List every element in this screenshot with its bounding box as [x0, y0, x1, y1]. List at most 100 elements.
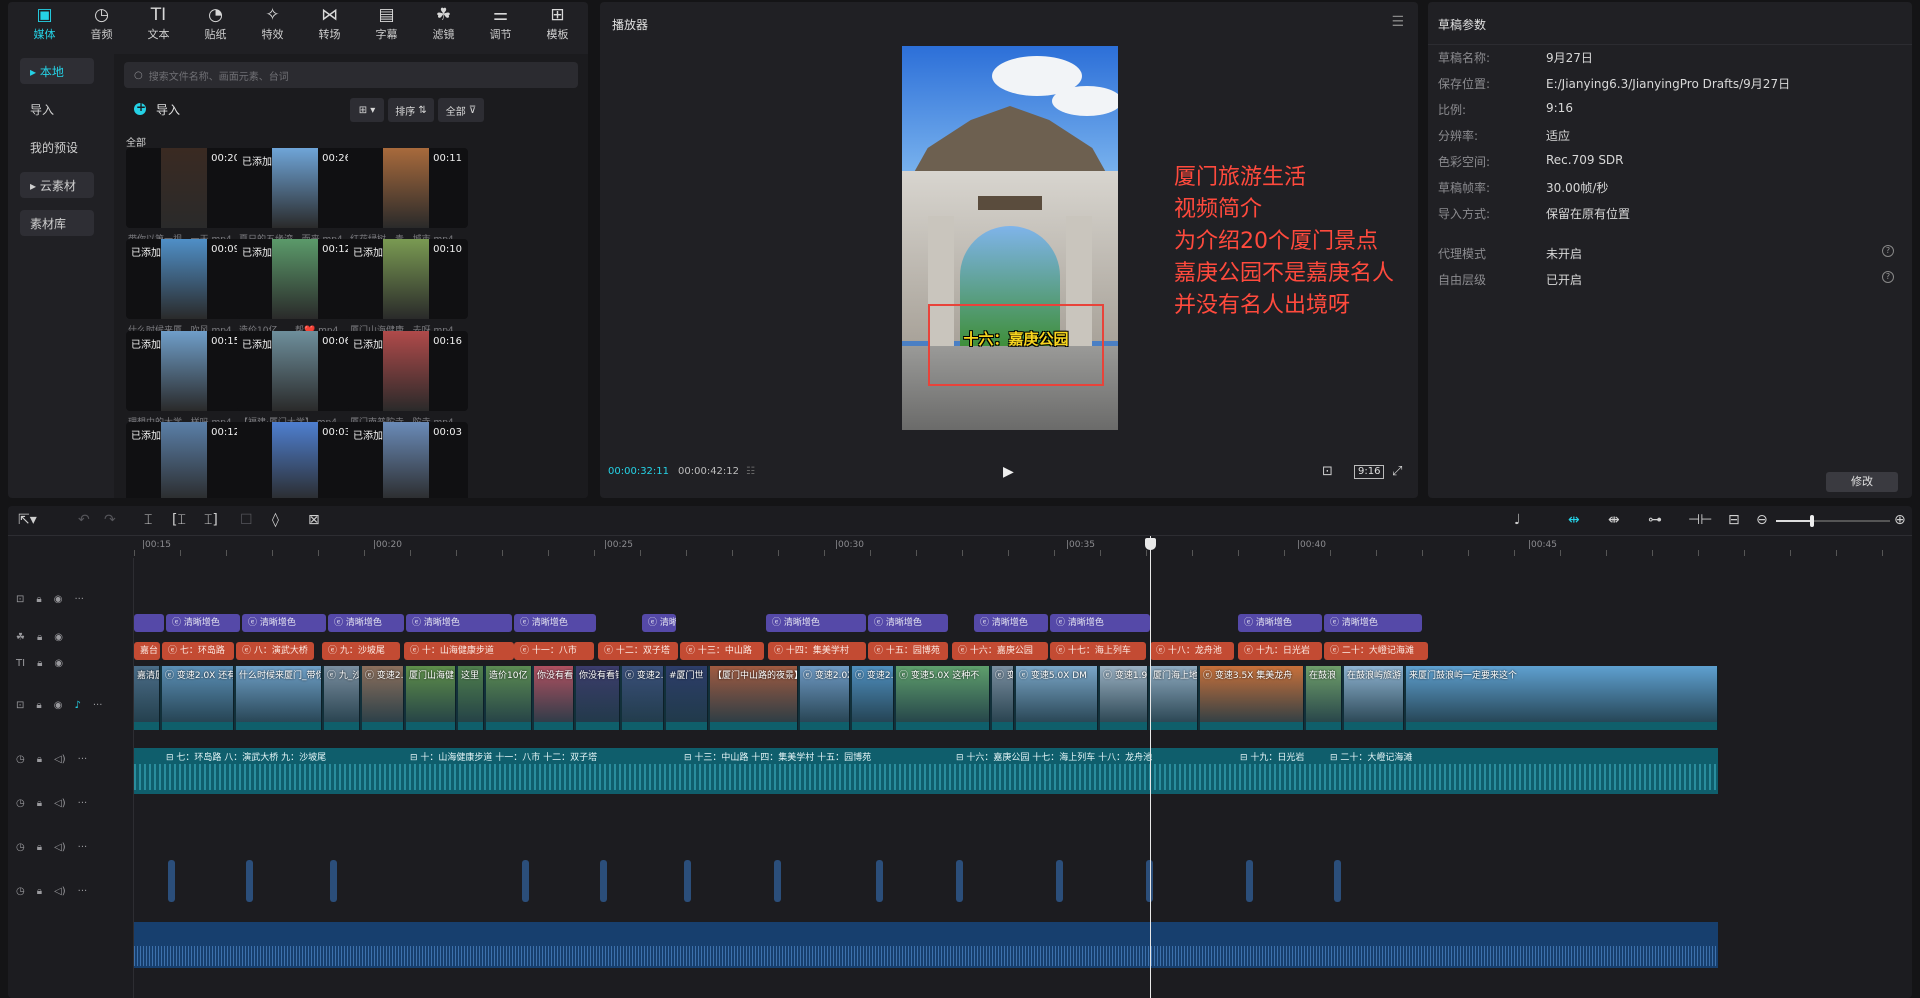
zoom-out-icon[interactable]: ⊖ — [1756, 512, 1768, 528]
sound-effect-clip[interactable] — [684, 860, 691, 902]
sidebar-item-local[interactable]: ▸ 本地 — [20, 58, 94, 84]
sidebar-item-library[interactable]: 素材库 — [20, 210, 94, 236]
sound-effect-clip[interactable] — [522, 860, 529, 902]
marker-icon[interactable]: ◊ — [272, 512, 279, 528]
media-item[interactable]: 已添加00:26夏日的五缘湾...而来.mp4 — [237, 148, 357, 246]
more-icon[interactable]: ··· — [78, 886, 88, 897]
text-clip[interactable]: ⓔ 十九：日光岩 — [1238, 642, 1322, 660]
sort-button[interactable]: 排序 ⇅ — [388, 98, 434, 122]
menu-icon[interactable]: ☰ — [1391, 14, 1404, 30]
video-clip[interactable]: ⓔ 变速2.0X — [800, 666, 850, 730]
eye-icon[interactable]: ◉ — [54, 658, 63, 669]
effect-clip[interactable]: ⓔ 清晰增色 — [1324, 614, 1422, 632]
lock-icon[interactable]: 🔒︎ — [37, 798, 42, 809]
volume-icon[interactable]: ◁) — [54, 886, 66, 897]
video-clip[interactable]: 厦门海上地 — [1150, 666, 1198, 730]
video-clip[interactable]: ⓔ 变速5.0X DM — [1016, 666, 1098, 730]
effect-clip[interactable]: ⓔ 清晰 — [642, 614, 676, 632]
text-clip[interactable]: ⓔ 八：演武大桥 — [236, 642, 314, 660]
split-icon[interactable]: ⌶ — [144, 512, 152, 528]
video-clip[interactable]: 你没有看到 — [534, 666, 574, 730]
search-input[interactable]: ○ 搜索文件名称、画面元素、台词 — [124, 62, 578, 88]
video-clip[interactable]: 嘉清厦门 — [134, 666, 160, 730]
auto-snap-icon[interactable]: ⇼ — [1608, 512, 1620, 528]
media-item[interactable]: 00:03 — [237, 422, 357, 498]
effect-clip[interactable]: ⓔ 清晰增色 — [766, 614, 866, 632]
screenshot-icon[interactable]: ⊠ — [308, 512, 320, 528]
help-icon[interactable]: ? — [1882, 245, 1894, 257]
volume-icon[interactable]: ◁) — [54, 754, 66, 765]
video-clip[interactable]: 你没有看错 — [576, 666, 620, 730]
import-button[interactable]: 导入 — [134, 98, 180, 120]
effect-clip[interactable] — [134, 614, 164, 632]
sound-effect-clip[interactable] — [168, 860, 175, 902]
lock-icon[interactable]: 🔒︎ — [37, 886, 42, 897]
effect-clip[interactable]: ⓔ 清晰增色 — [166, 614, 240, 632]
media-item[interactable]: 已添加00:12造价10亿，...帮❤️.mp4 — [237, 239, 357, 337]
more-icon[interactable]: ··· — [93, 700, 103, 711]
volume-icon[interactable]: ◁) — [54, 798, 66, 809]
video-clip[interactable]: ⓔ 变速2.0 — [362, 666, 404, 730]
more-icon[interactable]: ··· — [78, 798, 88, 809]
tab-effects[interactable]: ✧ 特效 — [244, 2, 301, 46]
video-clip[interactable]: ⓔ 变速2.0 — [852, 666, 894, 730]
fit-screen-icon[interactable]: ⊡ — [1322, 464, 1333, 479]
sound-effect-clip[interactable] — [1056, 860, 1063, 902]
media-item[interactable]: 已添加00:16厦门南普陀寺...陀寺.mp4 — [348, 331, 468, 429]
effect-clip[interactable]: ⓔ 清晰增色 — [242, 614, 326, 632]
text-clip[interactable]: ⓔ 十七：海上列车 — [1050, 642, 1146, 660]
effect-clip[interactable]: ⓔ 清晰增色 — [1050, 614, 1150, 632]
fullscreen-icon[interactable]: ⤢ — [1392, 464, 1402, 479]
video-preview[interactable]: 十六：嘉庚公园 — [902, 46, 1118, 430]
video-clip[interactable]: 【厦门中山路的夜景】 — [710, 666, 798, 730]
video-clip[interactable]: ⓔ 变速2.0 — [622, 666, 664, 730]
sidebar-item-cloud[interactable]: ▸ 云素材 — [20, 172, 94, 198]
video-clip[interactable]: ⓔ 变速5.0X 这种不 — [896, 666, 990, 730]
text-clip[interactable]: ⓔ 十二：双子塔 — [598, 642, 678, 660]
play-button[interactable]: ▶ — [1003, 464, 1014, 480]
tab-audio[interactable]: ◷ 音频 — [73, 2, 130, 46]
video-clip[interactable]: 在鼓浪 — [1306, 666, 1342, 730]
filter-button[interactable]: 全部 ⊽ — [438, 98, 484, 122]
media-item[interactable]: 00:11红花绿树，青...城市.mp4 — [348, 148, 468, 246]
text-clip[interactable]: ⓔ 十八：龙舟池 — [1150, 642, 1234, 660]
video-clip[interactable]: ⓔ 变速1.9X — [1100, 666, 1148, 730]
tab-template[interactable]: ⊞ 模板 — [529, 2, 586, 46]
sound-effect-clip[interactable] — [330, 860, 337, 902]
video-clip[interactable]: 造价10亿 — [486, 666, 532, 730]
tab-adjust[interactable]: ⚌ 调节 — [472, 2, 529, 46]
tab-sticker[interactable]: ◔ 贴纸 — [187, 2, 244, 46]
tab-text[interactable]: TI 文本 — [130, 2, 187, 46]
effect-clip[interactable]: ⓔ 清晰增色 — [406, 614, 512, 632]
zoom-slider-handle[interactable] — [1810, 515, 1814, 527]
fit-timeline-icon[interactable]: ⊟ — [1728, 512, 1740, 528]
text-clip[interactable]: ⓔ 十五：园博苑 — [868, 642, 948, 660]
modify-button[interactable]: 修改 — [1826, 472, 1898, 492]
video-clip[interactable]: ⓔ 变速2.0X 还有 — [162, 666, 234, 730]
redo-icon[interactable]: ↷ — [104, 512, 116, 528]
video-clip[interactable]: 来厦门鼓浪屿一定要来这个 — [1406, 666, 1718, 730]
audio-on-icon[interactable]: ♪ — [74, 700, 80, 711]
view-mode-button[interactable]: ⊞ ▾ — [350, 98, 384, 122]
trim-right-icon[interactable]: ⌶] — [204, 512, 218, 528]
lock-icon[interactable]: 🔒︎ — [36, 594, 41, 605]
preview-axis-icon[interactable]: ⊣⊢ — [1688, 512, 1712, 528]
timecode-grid-icon[interactable]: ☷ — [746, 466, 755, 477]
video-clip[interactable]: 这里 — [458, 666, 484, 730]
delete-icon[interactable]: ☐ — [240, 512, 253, 528]
media-item[interactable]: 00:20带你以第一视...一天.mp4 — [126, 148, 246, 246]
sound-effect-clip[interactable] — [1246, 860, 1253, 902]
video-clip[interactable]: ⓔ 变 — [992, 666, 1014, 730]
trim-left-icon[interactable]: [⌶ — [172, 512, 186, 528]
help-icon[interactable]: ? — [1882, 271, 1894, 283]
text-clip[interactable]: ⓔ 十四：集美学村 — [768, 642, 866, 660]
link-icon[interactable]: ⊶ — [1648, 512, 1662, 528]
main-track-magnet-icon[interactable]: ⇹ — [1568, 512, 1580, 528]
effect-clip[interactable]: ⓔ 清晰增色 — [868, 614, 948, 632]
timeline-ruler[interactable]: |00:15 |00:20 |00:25 |00:30 |00:35 |00:40 |00:… — [134, 536, 1912, 558]
ratio-button[interactable]: 9:16 — [1354, 465, 1385, 479]
text-clip[interactable]: ⓔ 九：沙坡尾 — [322, 642, 400, 660]
video-clip[interactable]: 什么时候来厦门_带你由 — [236, 666, 322, 730]
text-clip[interactable]: ⓔ 十：山海健康步道 — [404, 642, 514, 660]
text-clip[interactable]: ⓔ 十三：中山路 — [680, 642, 764, 660]
